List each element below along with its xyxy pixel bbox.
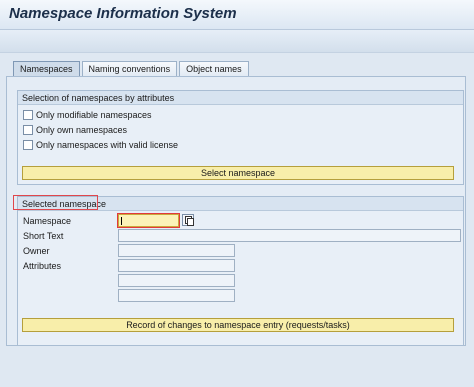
text-cursor — [121, 217, 122, 225]
owner-label: Owner — [23, 246, 50, 256]
attributes-field-2 — [118, 274, 235, 287]
short-text-field — [118, 229, 461, 242]
option-row-own: Only own namespaces — [23, 124, 127, 136]
tab-panel: Selection of namespaces by attributes On… — [6, 76, 466, 346]
option-row-modifiable: Only modifiable namespaces — [23, 109, 152, 121]
checkbox-label-only-own: Only own namespaces — [36, 125, 128, 135]
namespace-input[interactable] — [118, 214, 179, 227]
window-title: Namespace Information System — [9, 5, 237, 22]
tab-object-names[interactable]: Object names — [179, 61, 249, 76]
option-row-valid-license: Only namespaces with valid license — [23, 139, 178, 151]
select-namespace-button[interactable]: Select namespace — [22, 166, 454, 180]
attributes-group: Selection of namespaces by attributes On… — [17, 90, 464, 185]
selected-namespace-group-title: Selected namespace — [18, 197, 463, 211]
attributes-field-1 — [118, 259, 235, 272]
namespace-label: Namespace — [23, 216, 72, 226]
checkbox-label-valid-license: Only namespaces with valid license — [36, 140, 179, 150]
checkbox-only-own[interactable] — [23, 125, 33, 135]
checkbox-only-modifiable[interactable] — [23, 110, 33, 120]
title-bar: Namespace Information System — [0, 0, 474, 30]
attributes-group-title: Selection of namespaces by attributes — [18, 91, 463, 105]
tab-naming-conventions[interactable]: Naming conventions — [81, 61, 178, 76]
tab-strip: Namespaces Naming conventions Object nam… — [13, 61, 249, 77]
owner-field — [118, 244, 235, 257]
selected-namespace-group: Selected namespace Namespace Short Text … — [17, 196, 464, 346]
checkbox-label-only-modifiable: Only modifiable namespaces — [36, 110, 152, 120]
short-text-label: Short Text — [23, 231, 64, 241]
copy-icon[interactable] — [182, 214, 194, 226]
attributes-field-3 — [118, 289, 235, 302]
application-toolbar — [0, 30, 474, 53]
checkbox-valid-license[interactable] — [23, 140, 33, 150]
tab-namespaces[interactable]: Namespaces — [13, 61, 80, 77]
attributes-label: Attributes — [23, 261, 62, 271]
record-of-changes-button[interactable]: Record of changes to namespace entry (re… — [22, 318, 454, 332]
